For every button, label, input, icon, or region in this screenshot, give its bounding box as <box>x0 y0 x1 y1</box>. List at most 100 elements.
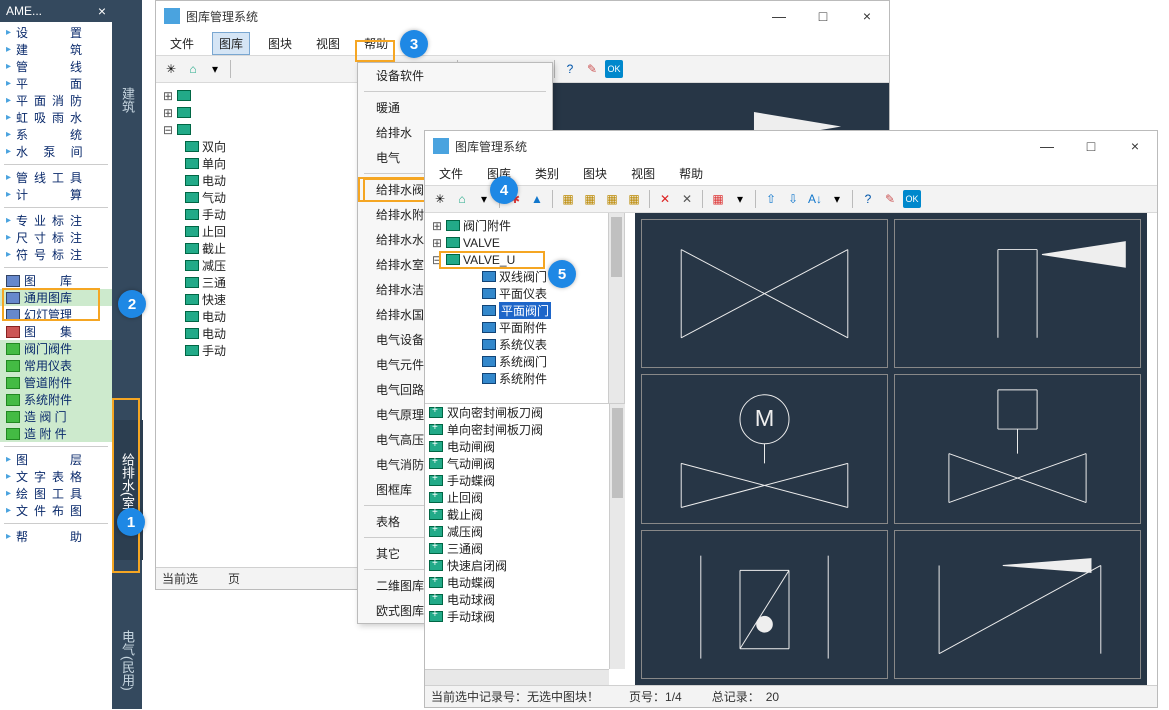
dropdown-item[interactable]: 暖通 <box>358 95 552 120</box>
palette-item[interactable]: 通用图库 <box>0 289 112 306</box>
palette-item[interactable]: ▸系 统 <box>0 126 112 143</box>
scrollbar-vertical[interactable] <box>609 404 625 669</box>
palette-item[interactable]: ▸专业标注 <box>0 212 112 229</box>
list-item[interactable]: 单向密封闸板刀阀 <box>425 421 625 438</box>
palette-item[interactable]: ▸图 层 <box>0 451 112 468</box>
menu-item[interactable]: 图块 <box>577 163 613 184</box>
close-button[interactable]: × <box>1113 132 1157 160</box>
arrow-up-icon[interactable]: ⇧ <box>762 190 780 208</box>
tree-node[interactable]: 双线阀门 <box>429 268 624 285</box>
vtab-plumbing-indoor[interactable]: 给排水(室内) <box>112 420 143 560</box>
tree-node[interactable]: ⊞阀门附件 <box>429 217 624 234</box>
ok-icon[interactable]: OK <box>903 190 921 208</box>
palette-item[interactable]: ▸符号标注 <box>0 246 112 263</box>
close-icon[interactable]: × <box>98 3 106 19</box>
menu-item[interactable]: 文件 <box>164 33 200 54</box>
menu-item[interactable]: 类别 <box>529 163 565 184</box>
menu-item[interactable]: 视图 <box>625 163 661 184</box>
list-item[interactable]: 手动球阀 <box>425 608 625 625</box>
tree-node[interactable]: ⊞VALVE <box>429 234 624 251</box>
arrow-down-icon[interactable]: ⇩ <box>784 190 802 208</box>
palette-item[interactable]: 造 附 件 <box>0 425 112 442</box>
menu-item[interactable]: 帮助 <box>673 163 709 184</box>
list-item[interactable]: 减压阀 <box>425 523 625 540</box>
tool-icon[interactable]: ✎ <box>881 190 899 208</box>
doc2-icon[interactable]: ▦ <box>581 190 599 208</box>
palette-item[interactable]: ▸平面消防 <box>0 92 112 109</box>
menu-item[interactable]: 文件 <box>433 163 469 184</box>
list-item[interactable]: 手动蝶阀 <box>425 472 625 489</box>
delete-x2-icon[interactable]: ✕ <box>678 190 696 208</box>
doc3-icon[interactable]: ▦ <box>603 190 621 208</box>
menu-item[interactable]: 视图 <box>310 33 346 54</box>
palette-item[interactable]: ▸文字表格 <box>0 468 112 485</box>
list-item[interactable]: 电动闸阀 <box>425 438 625 455</box>
palette-item[interactable]: 造 阀 门 <box>0 408 112 425</box>
palette-item[interactable]: 图 集 <box>0 323 112 340</box>
palette-item[interactable]: ▸管 线 <box>0 58 112 75</box>
tree-node[interactable]: 系统附件 <box>429 370 624 387</box>
tree-node[interactable]: 平面附件 <box>429 319 624 336</box>
palette-item[interactable]: ▸文件布图 <box>0 502 112 519</box>
palette-item[interactable]: 管道附件 <box>0 374 112 391</box>
menu-item[interactable]: 图块 <box>262 33 298 54</box>
scrollbar-vertical[interactable] <box>608 213 624 403</box>
palette-item[interactable]: ▸尺寸标注 <box>0 229 112 246</box>
list-item[interactable]: 止回阀 <box>425 489 625 506</box>
grid-icon[interactable]: ▦ <box>709 190 727 208</box>
palette-item[interactable]: 图 库 <box>0 272 112 289</box>
palette-item[interactable]: ▸管线工具 <box>0 169 112 186</box>
ok-icon[interactable]: OK <box>605 60 623 78</box>
palette-item[interactable]: ▸设 置 <box>0 24 112 41</box>
list-item[interactable]: 电动蝶阀 <box>425 574 625 591</box>
tree-node[interactable]: 系统仪表 <box>429 336 624 353</box>
palette-item[interactable]: ▸帮 助 <box>0 528 112 545</box>
blue-icon[interactable]: ▲ <box>528 190 546 208</box>
palette-item[interactable]: 幻灯管理 <box>0 306 112 323</box>
scrollbar-horizontal[interactable] <box>425 669 609 685</box>
menu-item[interactable]: 帮助 <box>358 33 394 54</box>
list-item[interactable]: 电动球阀 <box>425 591 625 608</box>
preview-cell[interactable] <box>894 530 1141 679</box>
tree-node[interactable]: ⊟VALVE_U <box>429 251 624 268</box>
preview-cell[interactable] <box>894 374 1141 523</box>
vtab-electrical-civil[interactable]: 电气(民用) <box>112 610 143 710</box>
help-icon[interactable]: ? <box>859 190 877 208</box>
palette-item[interactable]: ▸水 泵 间 <box>0 143 112 160</box>
dropdown2-icon[interactable]: ▾ <box>731 190 749 208</box>
list-item[interactable]: 三通阀 <box>425 540 625 557</box>
home-icon[interactable]: ⌂ <box>453 190 471 208</box>
preview-cell[interactable] <box>894 219 1141 368</box>
palette-item[interactable]: ▸建 筑 <box>0 41 112 58</box>
tree-node[interactable]: 系统阀门 <box>429 353 624 370</box>
palette-item[interactable]: ▸计 算 <box>0 186 112 203</box>
close-button[interactable]: × <box>845 2 889 30</box>
list-item[interactable]: 快速启闭阀 <box>425 557 625 574</box>
list-item[interactable]: 截止阀 <box>425 506 625 523</box>
minimize-button[interactable]: — <box>1025 132 1069 160</box>
list-item[interactable]: 气动闸阀 <box>425 455 625 472</box>
menu-item[interactable]: 图库 <box>212 32 250 55</box>
tool-icon[interactable]: ✎ <box>583 60 601 78</box>
dropdown3-icon[interactable]: ▾ <box>828 190 846 208</box>
palette-item[interactable]: 阀门阀件 <box>0 340 112 357</box>
minimize-button[interactable]: — <box>757 2 801 30</box>
doc4-icon[interactable]: ▦ <box>625 190 643 208</box>
tree-node[interactable]: 平面仪表 <box>429 285 624 302</box>
preview-cell[interactable] <box>641 530 888 679</box>
list-item[interactable]: 双向密封闸板刀阀 <box>425 404 625 421</box>
preview-cell[interactable]: M <box>641 374 888 523</box>
home-icon[interactable]: ⌂ <box>184 60 202 78</box>
maximize-button[interactable]: □ <box>1069 132 1113 160</box>
dropdown-item[interactable]: 设备软件 <box>358 63 552 88</box>
palette-item[interactable]: 系统附件 <box>0 391 112 408</box>
dropdown-icon[interactable]: ▾ <box>206 60 224 78</box>
tree-node[interactable]: 平面阀门 <box>429 302 624 319</box>
new-icon[interactable]: ✳ <box>162 60 180 78</box>
maximize-button[interactable]: □ <box>801 2 845 30</box>
help-icon[interactable]: ? <box>561 60 579 78</box>
palette-item[interactable]: 常用仪表 <box>0 357 112 374</box>
sort-icon[interactable]: A↓ <box>806 190 824 208</box>
delete-x-icon[interactable]: ✕ <box>656 190 674 208</box>
preview-cell[interactable] <box>641 219 888 368</box>
